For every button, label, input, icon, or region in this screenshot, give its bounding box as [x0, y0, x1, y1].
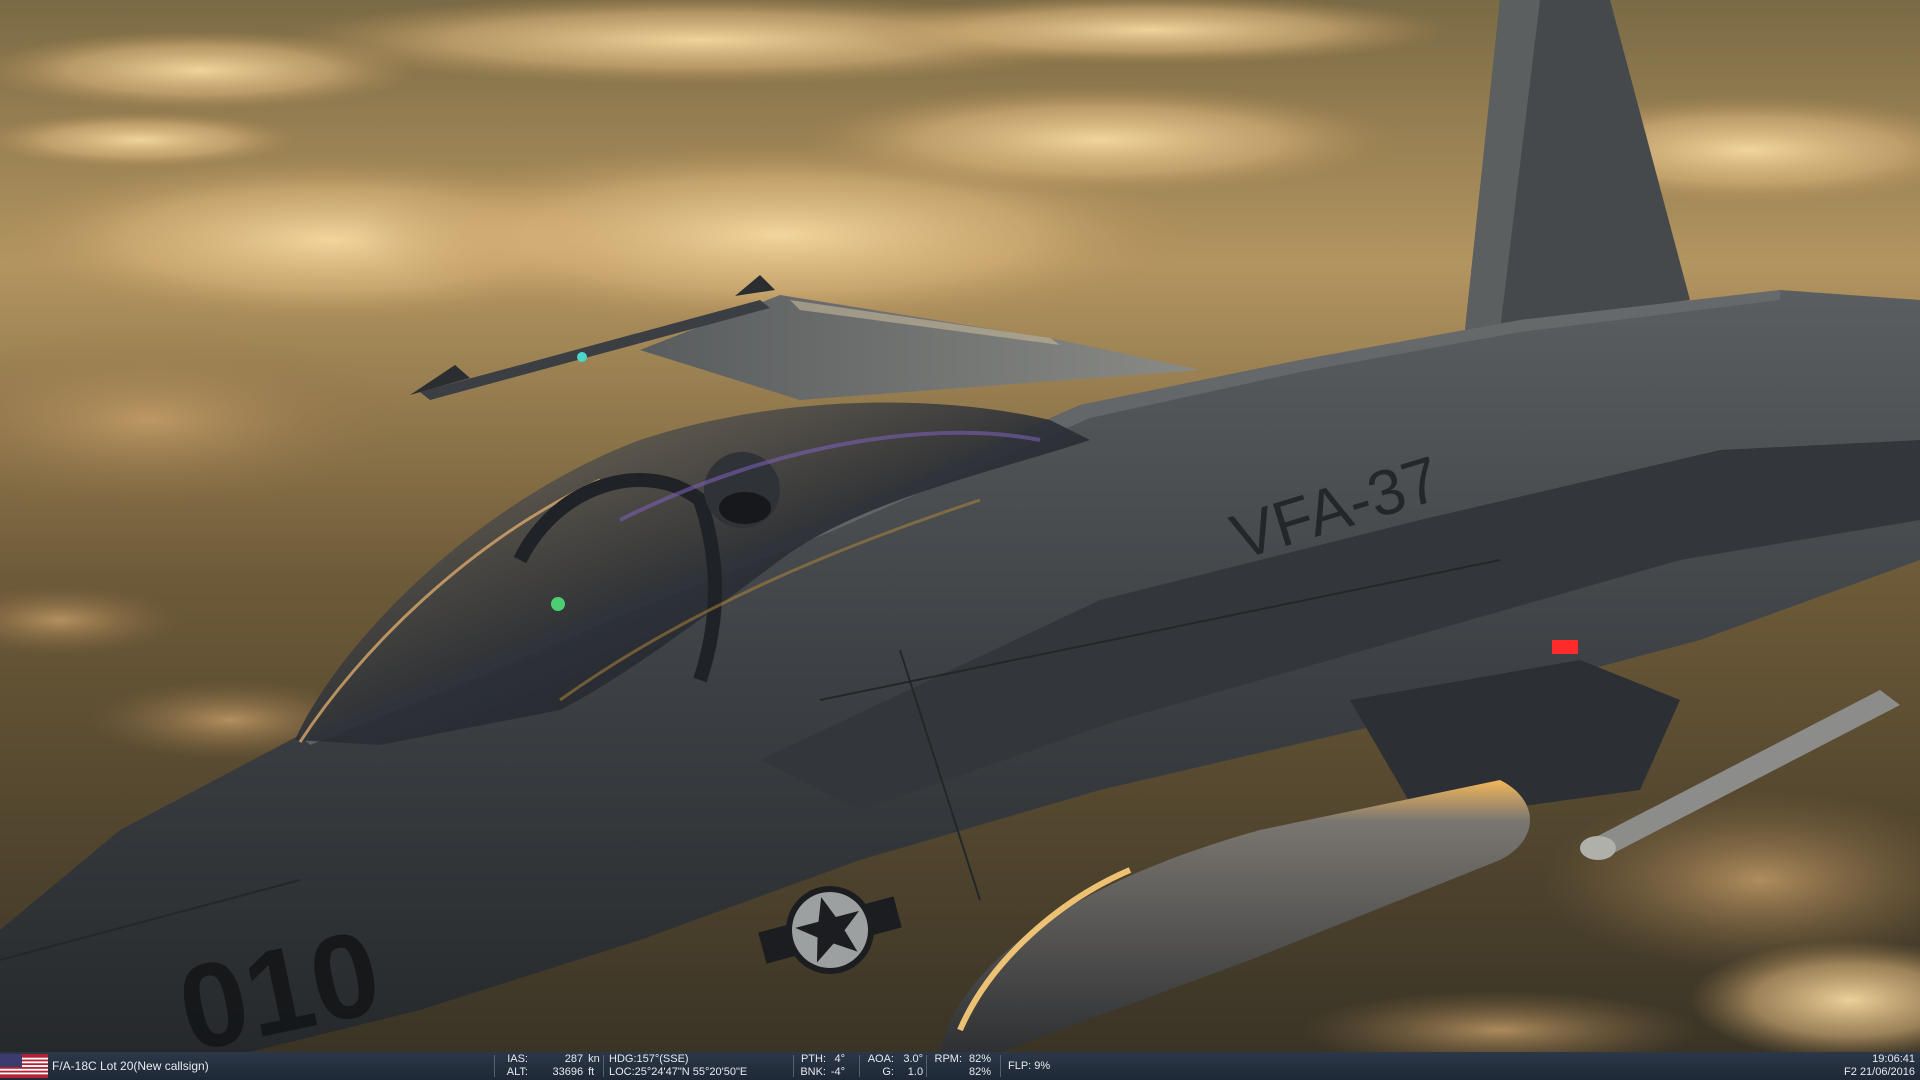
- bank-value: -4°: [830, 1066, 846, 1078]
- rpm-label: RPM:: [934, 1053, 963, 1065]
- g-label: G:: [882, 1066, 894, 1078]
- ias-value: 287: [564, 1053, 584, 1065]
- rpm-readout: RPM: 82% 82%: [932, 1053, 992, 1079]
- separator: [793, 1055, 794, 1077]
- usa-flag-icon: [0, 1054, 48, 1078]
- g-value: 1.0: [907, 1066, 924, 1078]
- alt-unit: ft: [588, 1066, 595, 1078]
- separator: [494, 1055, 495, 1077]
- time-value: 19:06:41: [1872, 1053, 1915, 1065]
- flaps-readout: FLP: 9%: [1008, 1060, 1051, 1072]
- aoa-label: AOA:: [867, 1053, 894, 1065]
- location-value: LOC:25°24'47"N 55°20'50"E: [609, 1066, 748, 1078]
- cloud: [800, 85, 1400, 195]
- attitude-readout: PTH: 4° BNK: -4°: [798, 1053, 845, 1079]
- separator: [926, 1055, 927, 1077]
- separator: [859, 1055, 860, 1077]
- alt-label: ALT:: [506, 1066, 528, 1078]
- aoa-g-readout: AOA: 3.0° G: 1.0: [864, 1053, 923, 1079]
- info-bar: F/A-18C Lot 20(New callsign) IAS: 287 kn…: [0, 1052, 1920, 1080]
- rpm-value-left: 82%: [969, 1053, 992, 1065]
- game-viewport: VFA-37 010: [0, 0, 1920, 1052]
- heading-location-readout: HDG:157°(SSE) LOC:25°24'47"N 55°20'50"E: [609, 1053, 747, 1079]
- alt-value: 33696: [552, 1066, 584, 1078]
- clock-readout: 19:06:41 F2 21/06/2016: [1795, 1053, 1915, 1079]
- rpm-value-right: 82%: [969, 1066, 992, 1078]
- separator: [603, 1055, 604, 1077]
- ias-unit: kn: [588, 1053, 600, 1065]
- bank-label: BNK:: [800, 1066, 826, 1078]
- aircraft-name: F/A-18C Lot 20(New callsign): [52, 1059, 209, 1073]
- pitch-value: 4°: [834, 1053, 846, 1065]
- pitch-label: PTH:: [800, 1053, 826, 1065]
- heading-value: HDG:157°(SSE): [609, 1053, 689, 1065]
- airspeed-altitude-readout: IAS: 287 kn ALT: 33696 ft: [498, 1053, 600, 1079]
- ias-label: IAS:: [507, 1053, 528, 1065]
- date-value: F2 21/06/2016: [1844, 1066, 1915, 1078]
- separator: [1000, 1055, 1001, 1077]
- aoa-value: 3.0°: [903, 1053, 924, 1065]
- formation-light: [1552, 640, 1578, 654]
